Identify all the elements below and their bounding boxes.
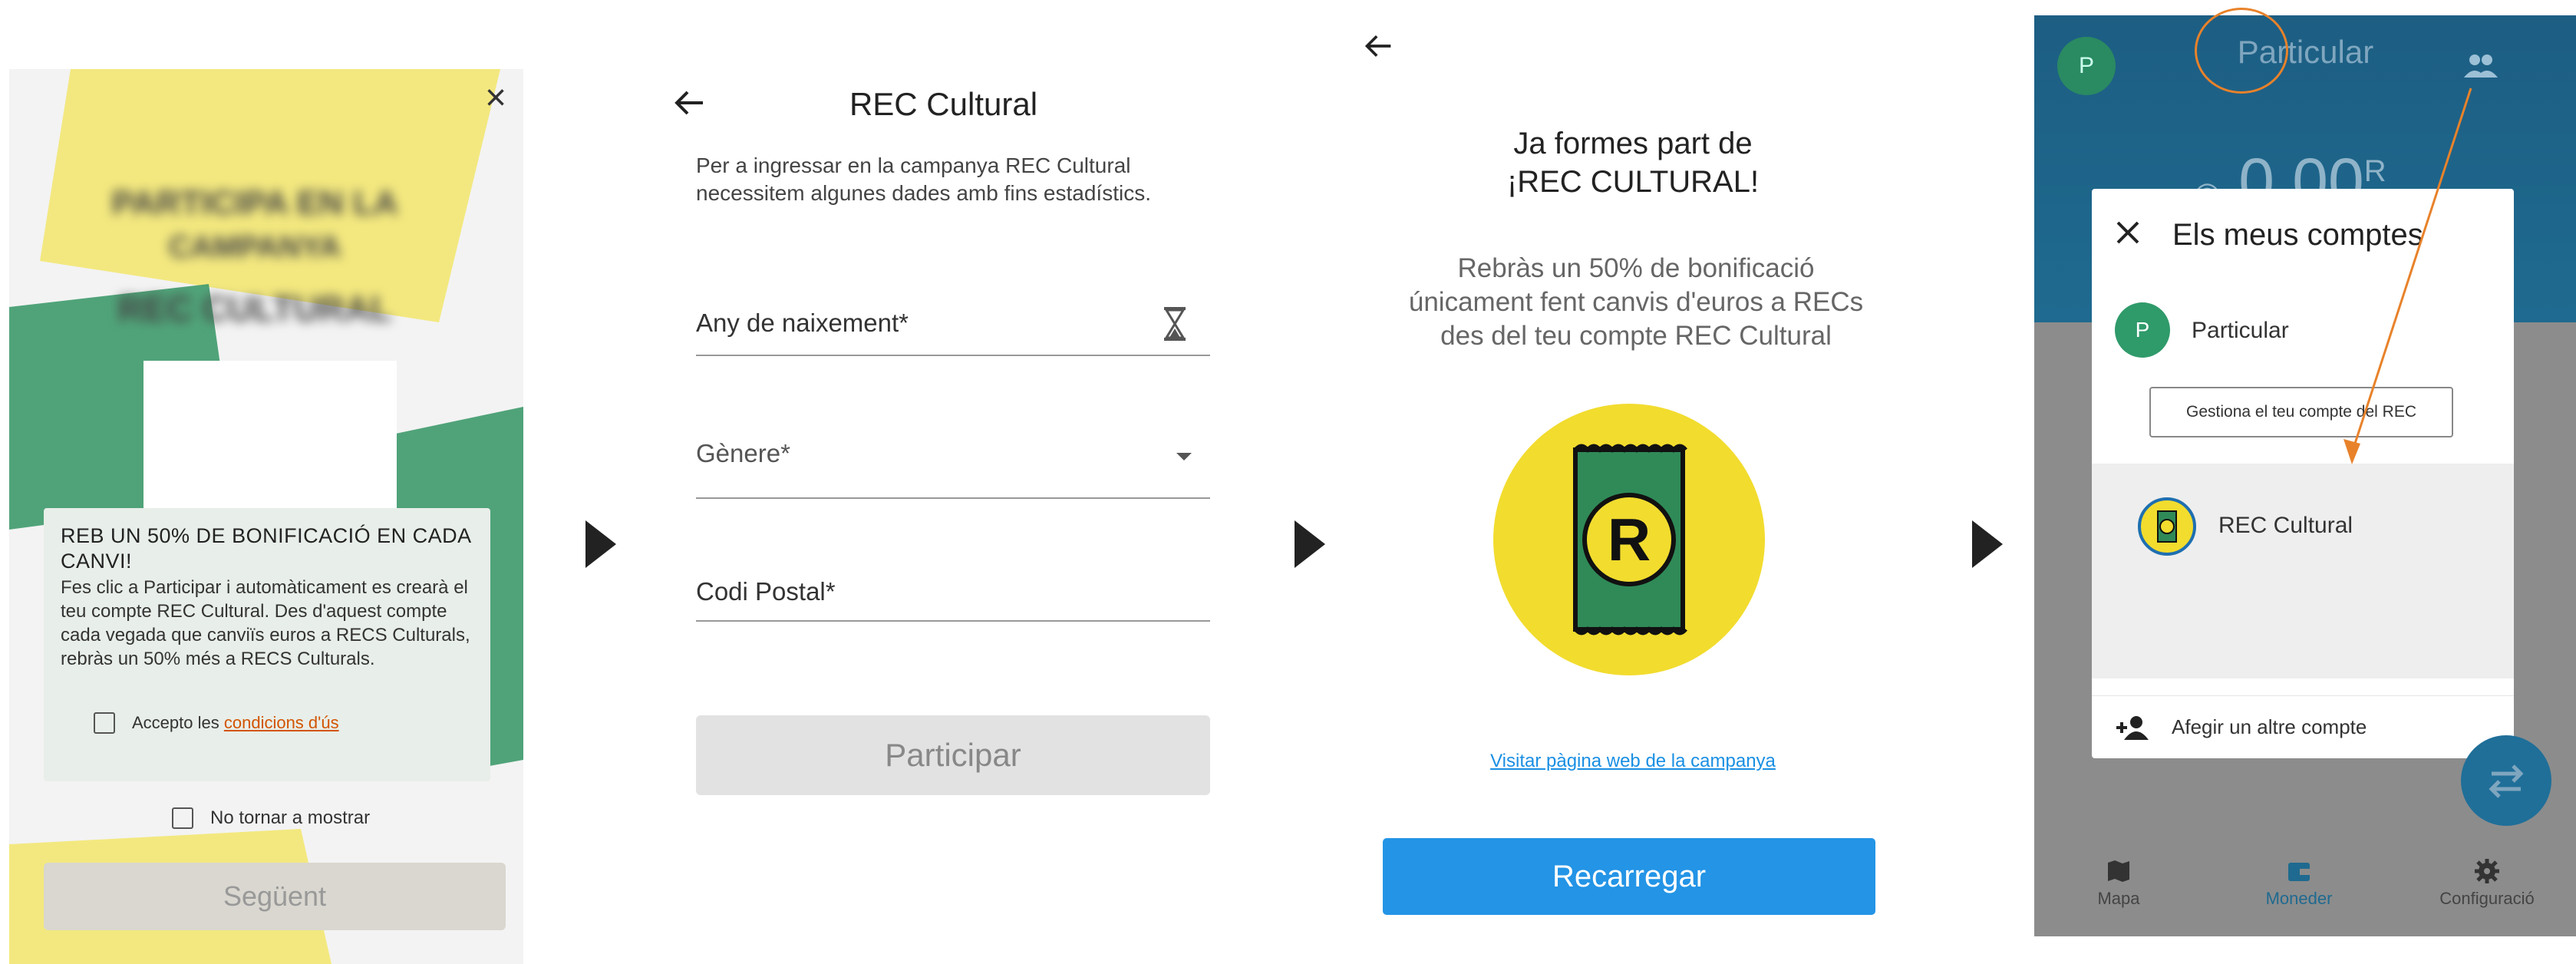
rec-account-icon [2138,497,2196,556]
map-icon [2108,860,2129,882]
screen-accounts: P Particular ◉ 0,00R Els meus comptes P … [2034,15,2576,936]
gender-label: Gènere* [696,439,790,467]
chevron-down-icon [1176,453,1192,461]
terms-text: Accepto les condicions d'ús [132,713,339,733]
rec-account-row[interactable]: REC Cultural [2092,464,2514,678]
close-icon[interactable] [2115,218,2141,252]
add-account-label: Afegir un altre compte [2172,715,2367,738]
wallet-icon [2288,863,2310,881]
blurred-title-line: CAMPANYA [168,230,341,264]
birth-year-field[interactable]: Any de naixement* [696,292,1210,356]
account-name[interactable]: Particular [2192,318,2289,344]
back-arrow-icon[interactable] [1363,31,1394,67]
recharge-button[interactable]: Recarregar [1383,838,1875,915]
postal-code-field[interactable]: Codi Postal* [696,560,1210,622]
add-account-row[interactable]: Afegir un altre compte [2092,695,2514,758]
hourglass-icon [1164,307,1186,341]
step-arrow-icon [1295,520,1325,568]
dont-show-row: No tornar a mostrar [172,807,370,829]
success-title: Ja formes part de ¡REC CULTURAL! [1352,124,1914,201]
dont-show-label: No tornar a mostrar [210,807,371,828]
terms-link[interactable]: condicions d'ús [224,713,339,732]
promo-body: Fes clic a Participar i automàticament e… [61,577,470,669]
promo-title: REB UN 50% DE BONIFICACIÓ EN CADA CANVI! [61,524,471,573]
tab-label: Mapa [2097,889,2140,908]
blurred-title-line: PARTICIPA EN LA [111,184,398,222]
close-icon[interactable]: × [485,80,506,117]
step-arrow-icon [585,520,616,568]
avatar: P [2115,302,2170,358]
dont-show-checkbox[interactable] [172,807,193,829]
tab-label: Configuració [2439,889,2535,908]
tab-settings[interactable]: Configuració [2429,858,2545,909]
exchange-fab-button[interactable] [2461,735,2551,826]
terms-checkbox[interactable] [94,712,115,734]
add-person-icon [2116,715,2149,740]
highlight-circle [2195,8,2288,94]
terms-prefix: Accepto les [132,713,219,732]
tab-wallet[interactable]: Moneder [2249,858,2349,909]
screen-onboarding-popup: PARTICIPA EN LA CAMPANYA REC CULTURAL × … [9,69,523,964]
rec-account-name: REC Cultural [2218,513,2353,538]
step-arrow-icon [1972,520,2003,568]
gear-icon [2475,859,2499,883]
gender-select[interactable]: Gènere* [696,422,1210,499]
screen-registration-form: REC Cultural Per a ingressar en la campa… [661,69,1225,964]
tab-label: Moneder [2265,889,2333,908]
next-button[interactable]: Següent [44,863,506,930]
intro-text: Per a ingressar en la campanya REC Cultu… [696,154,1151,205]
success-title-line1: Ja formes part de [1513,127,1753,160]
page-title: REC Cultural [849,86,1038,122]
annotation-arrow [2343,87,2472,464]
logo-letter: R [1608,506,1651,573]
success-description: Rebràs un 50% de bonificació únicament f… [1408,253,1864,351]
success-title-line2: ¡REC CULTURAL! [1506,165,1760,199]
postal-code-label: Codi Postal* [696,577,836,606]
tab-map[interactable]: Mapa [2080,858,2157,909]
rec-cultural-logo: R [1493,404,1765,675]
participate-button[interactable]: Participar [696,715,1210,795]
birth-year-label: Any de naixement* [696,309,909,337]
bottom-tab-bar: Mapa Moneder Configuració [2034,852,2576,936]
campaign-link[interactable]: Visitar pàgina web de la campanya [1352,751,1914,772]
screen-success: Ja formes part de ¡REC CULTURAL! Rebràs … [1352,8,1914,964]
terms-row: Accepto les condicions d'ús [94,712,339,734]
blurred-title-line: REC CULTURAL [117,289,392,328]
promo-card: REB UN 50% DE BONIFICACIÓ EN CADA CANVI!… [44,508,490,781]
